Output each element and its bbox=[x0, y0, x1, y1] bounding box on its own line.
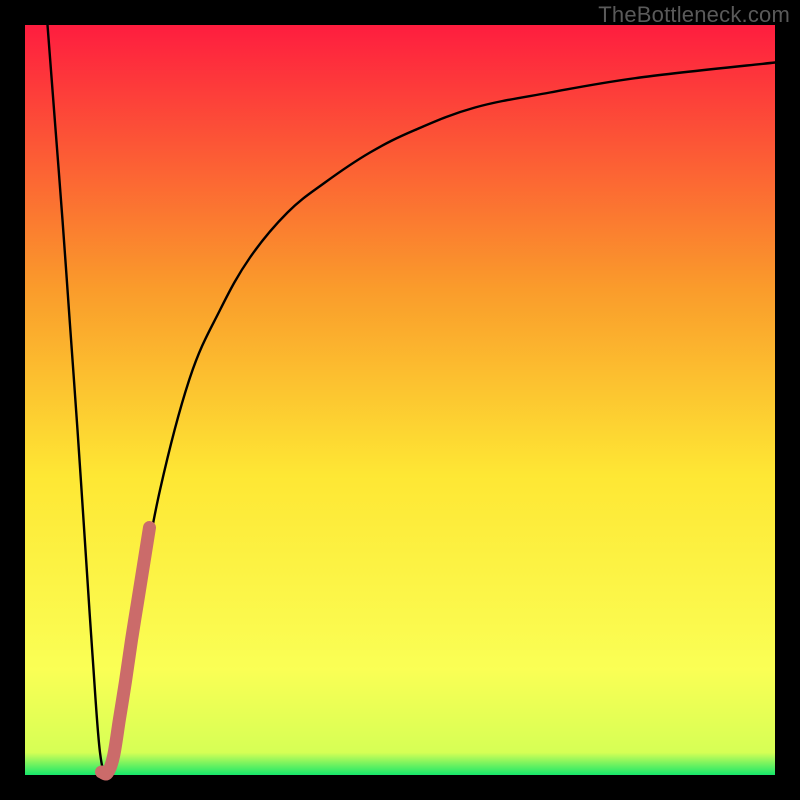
chart-container: TheBottleneck.com bbox=[0, 0, 800, 800]
watermark-label: TheBottleneck.com bbox=[598, 2, 790, 28]
bottleneck-chart bbox=[0, 0, 800, 800]
